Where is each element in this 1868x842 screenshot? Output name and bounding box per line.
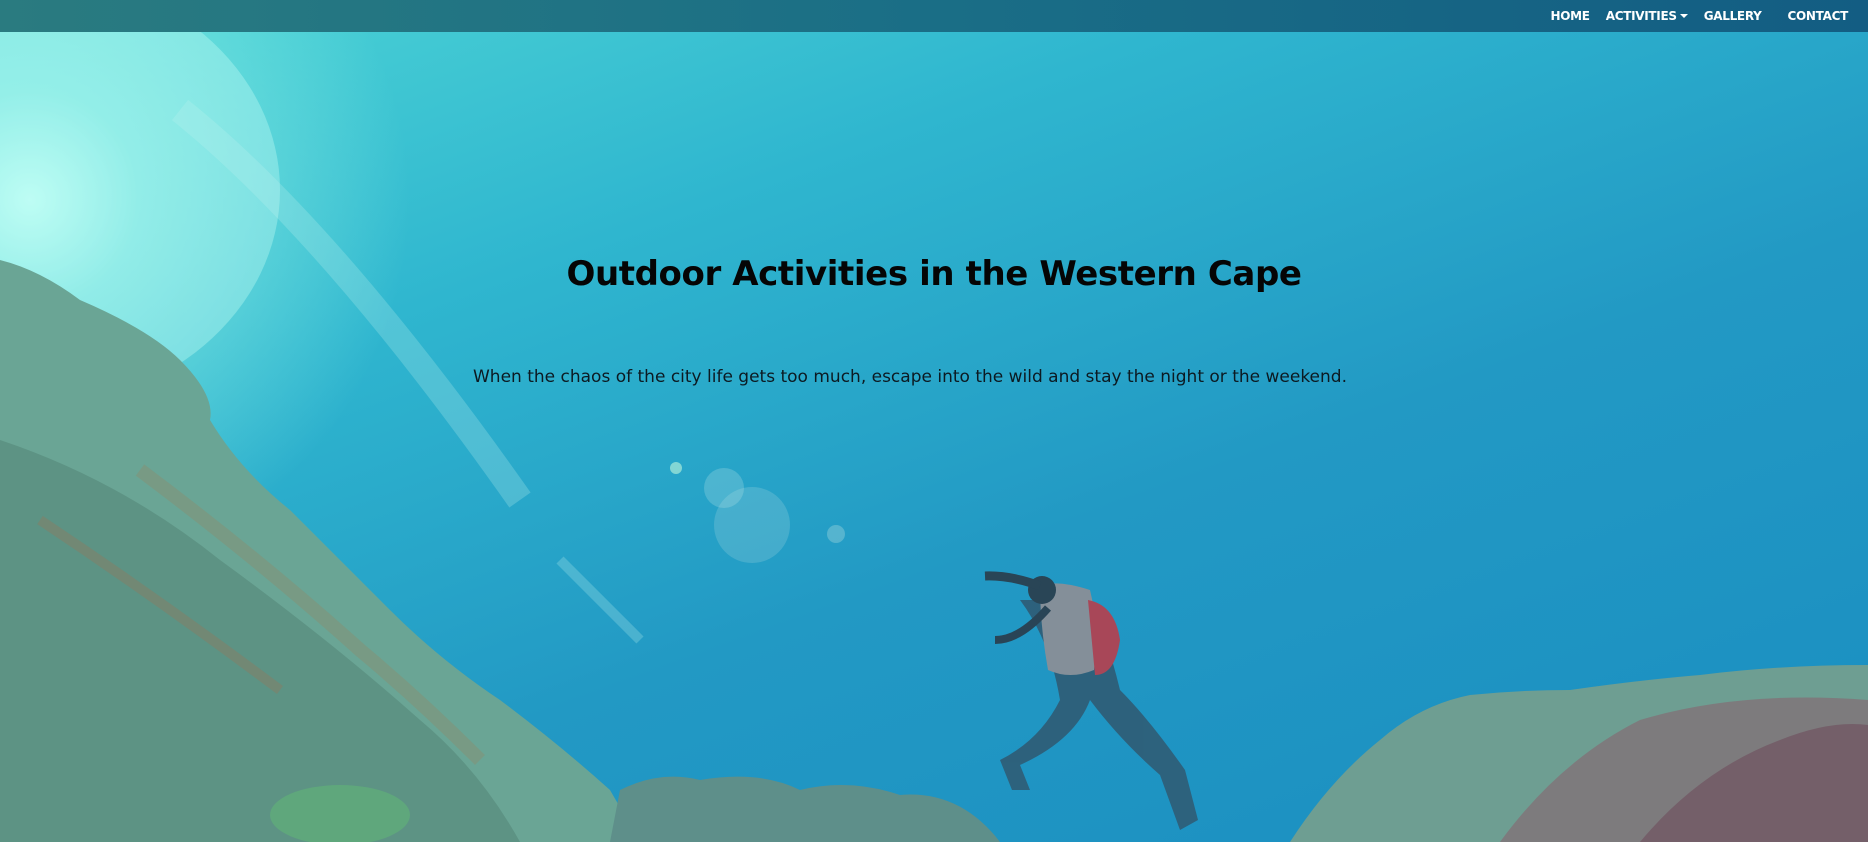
hero-subtitle: When the chaos of the city life gets too… [473, 367, 1347, 387]
hero-title: Outdoor Activities in the Western Cape [566, 254, 1302, 294]
chevron-down-icon [1679, 14, 1688, 18]
nav-item-gallery[interactable]: GALLERY [1696, 9, 1770, 23]
nav-item-home-label: HOME [1550, 9, 1590, 23]
nav-item-contact-label: CONTACT [1787, 9, 1849, 23]
hero-background-image [0, 0, 1868, 842]
nav-menu: HOME ACTIVITIES GALLERY CONTACT [1543, 0, 1856, 32]
nav-item-gallery-label: GALLERY [1703, 9, 1762, 23]
lens-flare [714, 487, 790, 563]
top-navbar: HOME ACTIVITIES GALLERY CONTACT [0, 0, 1868, 32]
nav-item-contact[interactable]: CONTACT [1780, 9, 1856, 23]
jumping-hiker [984, 571, 1198, 830]
bottom-rocks [610, 776, 1000, 842]
lens-flare [670, 462, 682, 474]
nav-item-activities-label: ACTIVITIES [1605, 9, 1677, 23]
lens-flare [827, 525, 845, 543]
nav-item-home[interactable]: HOME [1543, 9, 1598, 23]
nav-item-activities[interactable]: ACTIVITIES [1598, 9, 1696, 23]
hero-section [0, 0, 1868, 842]
cloud-streak [556, 556, 644, 644]
